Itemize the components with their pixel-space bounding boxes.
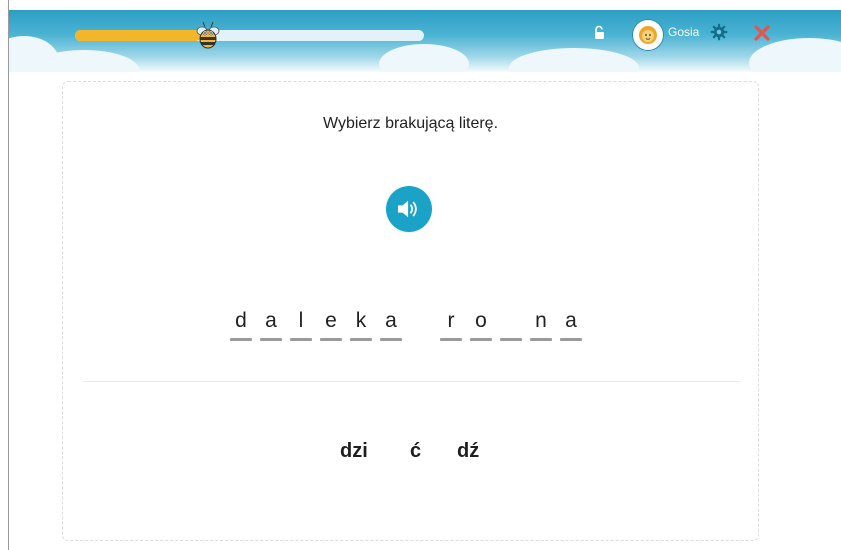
- letter: a: [265, 309, 277, 332]
- letter: a: [385, 309, 397, 332]
- top-bar: Gosia: [9, 10, 841, 72]
- letter: e: [325, 309, 337, 332]
- cloud-decoration: [749, 38, 841, 72]
- bee-icon: [196, 21, 220, 49]
- letter-underline: [260, 338, 282, 341]
- letter: n: [535, 309, 547, 332]
- progress-bar: [75, 30, 424, 41]
- cloud-decoration: [379, 44, 469, 72]
- audio-button[interactable]: [386, 186, 432, 232]
- gear-icon[interactable]: [710, 23, 728, 41]
- letter-underline: [380, 338, 402, 341]
- letter-slot: k: [350, 307, 372, 341]
- letter-underline: [320, 338, 342, 341]
- letter-underline: [530, 338, 552, 341]
- letter: a: [565, 309, 577, 332]
- progress-fill: [75, 30, 201, 41]
- avatar[interactable]: [633, 20, 663, 50]
- cloud-decoration: [509, 48, 639, 72]
- letter: o: [475, 309, 487, 332]
- letter-slot: o: [470, 307, 492, 341]
- letter-underline: [230, 338, 252, 341]
- answer-option[interactable]: dź: [457, 440, 479, 463]
- letter-underline: [290, 338, 312, 341]
- letter-underline: [560, 338, 582, 341]
- close-icon[interactable]: [754, 25, 770, 41]
- letter-slot: d: [230, 307, 252, 341]
- answer-options: dzi ć dź: [63, 440, 758, 470]
- letter-underline: [350, 338, 372, 341]
- letter-slot: a: [560, 307, 582, 341]
- letter-slot: a: [380, 307, 402, 341]
- letter-slot: r: [440, 307, 462, 341]
- divider: [83, 381, 740, 382]
- letter: l: [298, 309, 304, 332]
- letter-slot: n: [530, 307, 552, 341]
- letter-underline: [500, 338, 522, 341]
- speaker-icon: [398, 200, 417, 218]
- letter-slot: l: [290, 307, 312, 341]
- missing-letter-slot[interactable]: [500, 307, 522, 341]
- letter-slot: a: [260, 307, 282, 341]
- letter: k: [355, 309, 367, 332]
- exercise-card: Wybierz brakującą literę. dalekarona dzi…: [62, 81, 759, 541]
- letter: r: [447, 309, 455, 332]
- window-edge: [8, 0, 9, 550]
- letter: d: [235, 309, 247, 332]
- username[interactable]: Gosia: [668, 25, 699, 39]
- answer-option[interactable]: ć: [410, 440, 421, 463]
- lion-avatar-icon: [639, 26, 657, 44]
- answer-option[interactable]: dzi: [340, 440, 368, 463]
- letter-slot: e: [320, 307, 342, 341]
- lock-open-icon[interactable]: [593, 25, 607, 41]
- instruction-text: Wybierz brakującą literę.: [322, 115, 499, 132]
- letter-underline: [440, 338, 462, 341]
- letter-underline: [470, 338, 492, 341]
